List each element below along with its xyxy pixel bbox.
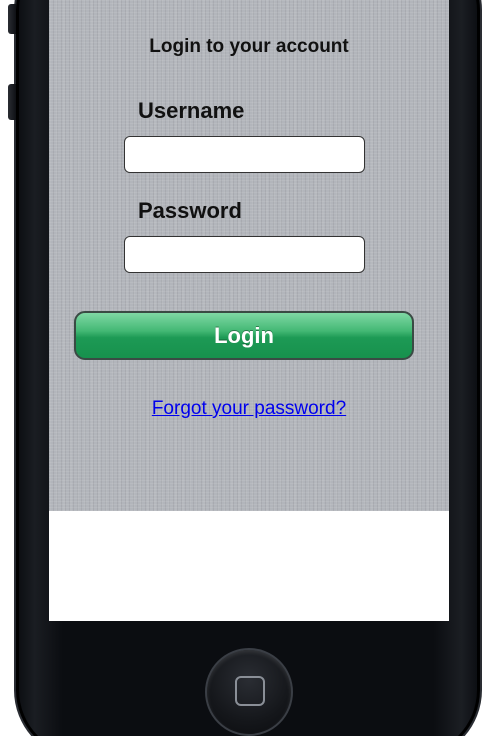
login-button[interactable]: Login — [74, 311, 414, 360]
username-label: Username — [138, 98, 245, 123]
home-button[interactable] — [205, 648, 293, 736]
phone-device: Login to your account Username Password … — [0, 0, 492, 736]
username-input[interactable] — [124, 136, 365, 173]
volume-button — [8, 84, 16, 120]
phone-screen: Login to your account Username Password … — [49, 0, 449, 621]
login-title: Login to your account — [149, 36, 349, 57]
forgot-password-link[interactable]: Forgot your password? — [49, 398, 449, 420]
home-square-icon — [235, 676, 265, 706]
login-panel: Login to your account Username Password … — [49, 0, 449, 511]
password-input[interactable] — [124, 236, 365, 273]
password-label: Password — [138, 198, 242, 223]
mute-switch — [8, 4, 16, 34]
